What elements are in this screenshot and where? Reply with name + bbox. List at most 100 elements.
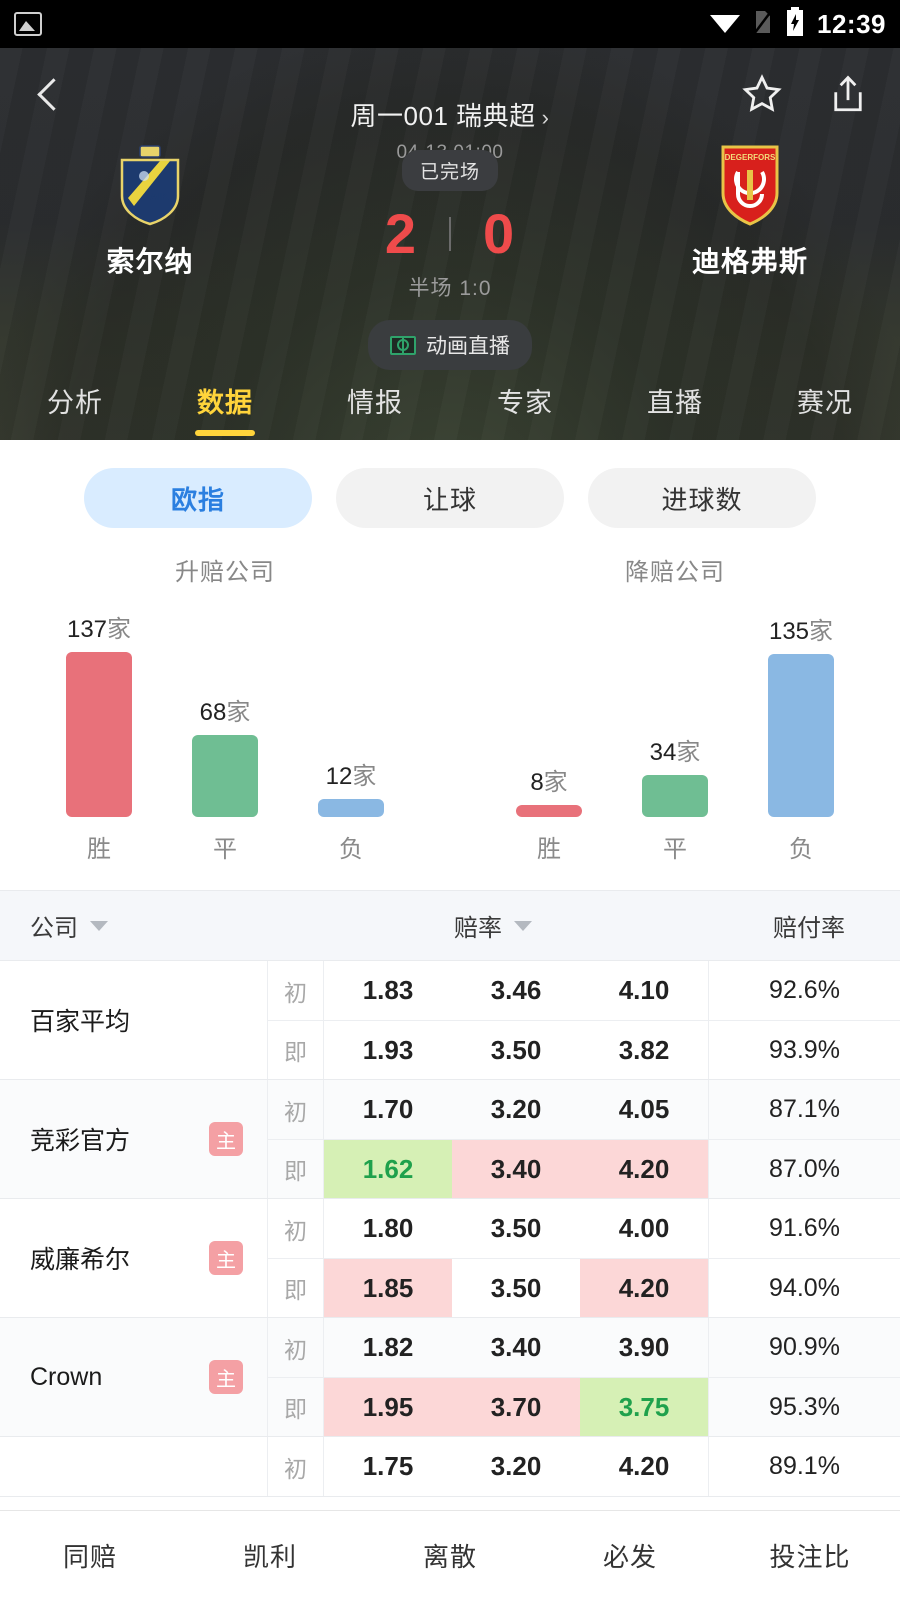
halftime-score: 半场 1:0: [408, 277, 492, 300]
odd-away: 4.20: [618, 1451, 670, 1481]
segment-european-odds[interactable]: 欧指: [84, 468, 312, 528]
away-team-crest: DEGERFORS: [714, 144, 786, 226]
odd-home: 1.85: [324, 1259, 452, 1317]
row-lines: 初 1.82 3.40 3.90 90.9% 即 1.95 3.70 3.75 …: [268, 1318, 900, 1436]
bar-label-draw: 34家: [649, 739, 701, 766]
nav-kelly[interactable]: 凯利: [180, 1537, 360, 1574]
payout-rate: 94.0%: [708, 1259, 900, 1317]
header-odds[interactable]: 赔率: [268, 908, 718, 943]
header-bar: 周一001 瑞典超› 04-13 01:00: [0, 48, 900, 163]
odd-draw: 3.70: [452, 1378, 580, 1436]
chart-falling-bars: 8家 34家 135家: [450, 587, 900, 817]
table-row[interactable]: 竞彩官方 主 初 1.70 3.20 4.05 87.1% 即 1.62 3.4…: [0, 1080, 900, 1199]
company-name: 百家平均: [30, 1008, 131, 1036]
share-button[interactable]: [826, 72, 870, 116]
odd-draw: 3.50: [490, 1272, 542, 1303]
status-bar: 12:39: [0, 0, 900, 48]
header-payout: 赔付率: [773, 915, 845, 942]
animation-live-label: 动画直播: [426, 335, 510, 358]
bottom-navigation: 同赔 凯利 离散 必发 投注比: [0, 1510, 900, 1600]
home-team-crest: AIK: [114, 144, 186, 226]
favorite-button[interactable]: [740, 72, 784, 116]
photo-icon: [14, 12, 42, 36]
table-row[interactable]: 初 1.75 3.20 4.20 89.1%: [0, 1437, 900, 1497]
odd-draw: 3.50: [490, 1213, 542, 1243]
line-tag: 初: [268, 1318, 324, 1377]
axis-label-draw: 平: [663, 836, 687, 863]
tab-live[interactable]: 直播: [600, 381, 750, 420]
row-company: [0, 1437, 268, 1496]
bar-group-win: 137家: [60, 609, 138, 817]
status-bar-right: 12:39: [709, 6, 886, 42]
segment-handicap[interactable]: 让球: [336, 468, 564, 528]
payout-rate: 87.0%: [708, 1140, 900, 1198]
tab-matchstatus[interactable]: 赛况: [750, 381, 900, 420]
nav-dispersion[interactable]: 离散: [360, 1537, 540, 1574]
app-screen: 12:39 周一001 瑞典超› 04-13 01:00: [0, 0, 900, 1600]
odd-draw: 3.40: [452, 1140, 580, 1198]
league-title-text: 周一001 瑞典超: [350, 101, 536, 131]
scoreboard: 已完场 2 0 半场 1:0: [300, 144, 600, 302]
header-company[interactable]: 公司: [0, 908, 268, 943]
tab-data[interactable]: 数据: [150, 381, 300, 420]
bar-win: [66, 652, 132, 817]
chart-rising-title: 升赔公司: [175, 559, 275, 586]
chart-rising-odds: 升赔公司 137家 68家 12家 胜 平 负: [0, 552, 450, 864]
tab-intel[interactable]: 情报: [300, 381, 450, 420]
tab-experts[interactable]: 专家: [450, 381, 600, 420]
odds-table-header: 公司 赔率 赔付率: [0, 891, 900, 961]
sim-off-icon: [753, 8, 773, 41]
odd-draw: 3.20: [490, 1451, 542, 1481]
match-status-badge: 已完场: [401, 150, 498, 191]
odds-line-live: 即 1.93 3.50 3.82 93.9%: [268, 1020, 900, 1079]
bar-group-draw: 34家: [636, 732, 714, 817]
row-lines: 初 1.75 3.20 4.20 89.1%: [268, 1437, 900, 1496]
home-team[interactable]: AIK 索尔纳: [0, 144, 300, 280]
home-score: 2: [384, 202, 417, 265]
line-tag: 初: [268, 961, 324, 1020]
chart-rising-bars: 137家 68家 12家: [0, 587, 450, 817]
match-summary: AIK 索尔纳 已完场 2 0 半场 1:0 DEGERFORS 迪格弗斯: [0, 140, 900, 302]
row-company: Crown 主: [0, 1318, 268, 1436]
axis-label-lose: 负: [339, 836, 363, 863]
away-team-name: 迪格弗斯: [691, 246, 808, 277]
odds-line-initial: 初 1.75 3.20 4.20 89.1%: [268, 1437, 900, 1496]
odd-away: 4.20: [580, 1140, 708, 1198]
odd-home: 1.70: [362, 1094, 414, 1124]
status-badge: 主: [209, 1360, 243, 1394]
odd-away: 4.10: [618, 975, 670, 1005]
battery-charging-icon: [785, 6, 805, 42]
line-tag: 初: [268, 1437, 324, 1496]
row-lines: 初 1.83 3.46 4.10 92.6% 即 1.93 3.50 3.82 …: [268, 961, 900, 1079]
line-tag: 即: [268, 1378, 324, 1436]
away-team[interactable]: DEGERFORS 迪格弗斯: [600, 144, 900, 280]
bar-label-lose: 12家: [325, 763, 377, 790]
row-company: 威廉希尔 主: [0, 1199, 268, 1317]
odds-line-live: 即 1.95 3.70 3.75 95.3%: [268, 1377, 900, 1436]
tab-analysis[interactable]: 分析: [0, 381, 150, 420]
odds-line-initial: 初 1.82 3.40 3.90 90.9%: [268, 1318, 900, 1377]
line-tag: 初: [268, 1199, 324, 1258]
axis-label-draw: 平: [213, 836, 237, 863]
score-separator: [449, 216, 451, 251]
payout-rate: 87.1%: [708, 1080, 900, 1139]
line-tag: 即: [268, 1021, 324, 1079]
nav-betfair[interactable]: 必发: [540, 1537, 720, 1574]
main-tabs: 分析 数据 情报 专家 直播 赛况: [0, 360, 900, 440]
row-company: 百家平均: [0, 961, 268, 1079]
svg-text:AIK: AIK: [150, 191, 169, 203]
table-row[interactable]: Crown 主 初 1.82 3.40 3.90 90.9% 即 1.95 3.…: [0, 1318, 900, 1437]
company-name: 竞彩官方: [30, 1127, 131, 1155]
table-row[interactable]: 百家平均 初 1.83 3.46 4.10 92.6% 即 1.93 3.50 …: [0, 961, 900, 1080]
row-lines: 初 1.80 3.50 4.00 91.6% 即 1.85 3.50 4.20 …: [268, 1199, 900, 1317]
nav-bet-ratio[interactable]: 投注比: [720, 1537, 900, 1574]
home-team-name: 索尔纳: [106, 246, 194, 277]
nav-same-odds[interactable]: 同赔: [0, 1537, 180, 1574]
chevron-right-icon: ›: [541, 105, 550, 130]
table-row[interactable]: 威廉希尔 主 初 1.80 3.50 4.00 91.6% 即 1.85 3.5…: [0, 1199, 900, 1318]
odd-draw: 3.50: [490, 1034, 542, 1065]
bar-group-win: 8家: [510, 762, 588, 817]
caret-down-icon: [90, 920, 108, 931]
header-company-label: 公司: [30, 915, 78, 942]
segment-goals[interactable]: 进球数: [588, 468, 816, 528]
